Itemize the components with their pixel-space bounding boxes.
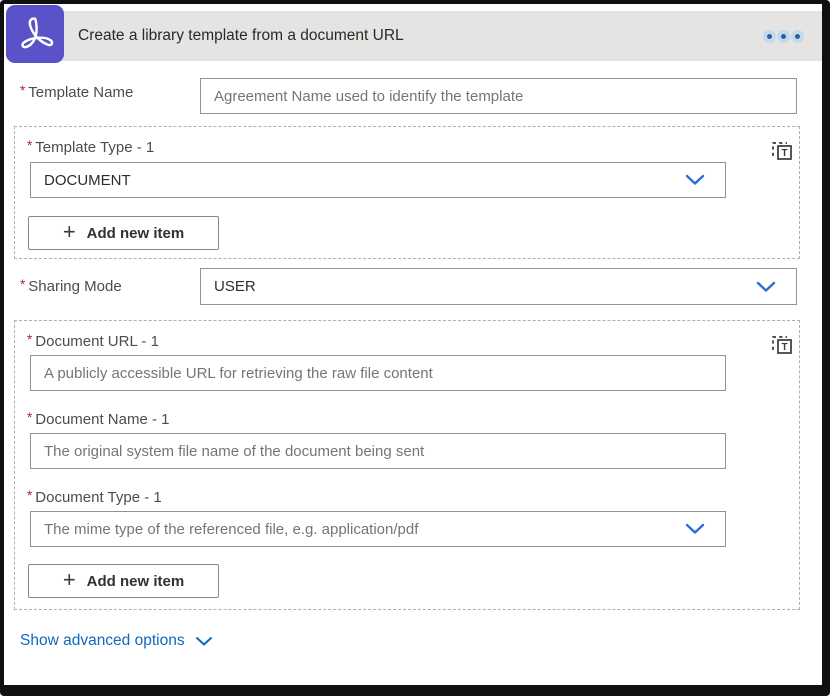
template-type-dropdown[interactable] [30, 162, 726, 198]
ellipsis-dot [781, 34, 786, 39]
chevron-down-icon [195, 636, 213, 647]
required-marker: * [20, 277, 25, 292]
ellipsis-dot [767, 34, 772, 39]
template-type-value[interactable] [31, 163, 751, 197]
document-name-label: *Document Name - 1 [27, 411, 169, 428]
document-url-field [30, 355, 726, 391]
document-type-input[interactable] [31, 512, 751, 546]
template-name-field [200, 78, 797, 114]
document-url-label: *Document URL - 1 [27, 333, 159, 350]
documents-add-new-item-button[interactable]: + Add new item [28, 564, 219, 598]
documents-group: *Document URL - 1 T *Document Name - 1 *… [14, 320, 800, 610]
adobe-acrobat-icon [6, 5, 64, 63]
required-marker: * [20, 83, 25, 98]
show-advanced-options-link[interactable]: Show advanced options [20, 632, 213, 650]
document-name-input[interactable] [31, 434, 751, 468]
template-type-group: *Template Type - 1 T + Add new item [14, 126, 800, 259]
document-type-dropdown[interactable] [30, 511, 726, 547]
svg-text:T: T [781, 342, 787, 353]
sharing-mode-label: *Sharing Mode [20, 278, 122, 295]
template-name-input[interactable] [201, 79, 822, 113]
required-marker: * [27, 332, 32, 347]
action-card: Create a library template from a documen… [0, 0, 830, 696]
template-name-label: *Template Name [20, 84, 133, 101]
plus-icon: + [63, 569, 76, 591]
ellipsis-dot [795, 34, 800, 39]
svg-text:T: T [781, 148, 787, 159]
card-menu-button[interactable] [767, 11, 800, 61]
card-header[interactable]: Create a library template from a documen… [32, 11, 822, 61]
plus-icon: + [63, 221, 76, 243]
sharing-mode-value[interactable] [201, 269, 822, 304]
required-marker: * [27, 138, 32, 153]
required-marker: * [27, 488, 32, 503]
card-title: Create a library template from a documen… [78, 11, 404, 61]
document-url-input[interactable] [31, 356, 751, 390]
template-type-label: *Template Type - 1 [27, 139, 154, 156]
sharing-mode-dropdown[interactable] [200, 268, 797, 305]
document-name-field [30, 433, 726, 469]
switch-to-input-entire-array-icon[interactable]: T [769, 137, 795, 163]
switch-to-input-entire-array-icon[interactable]: T [769, 331, 795, 357]
document-type-label: *Document Type - 1 [27, 489, 162, 506]
required-marker: * [27, 410, 32, 425]
template-type-add-new-item-button[interactable]: + Add new item [28, 216, 219, 250]
